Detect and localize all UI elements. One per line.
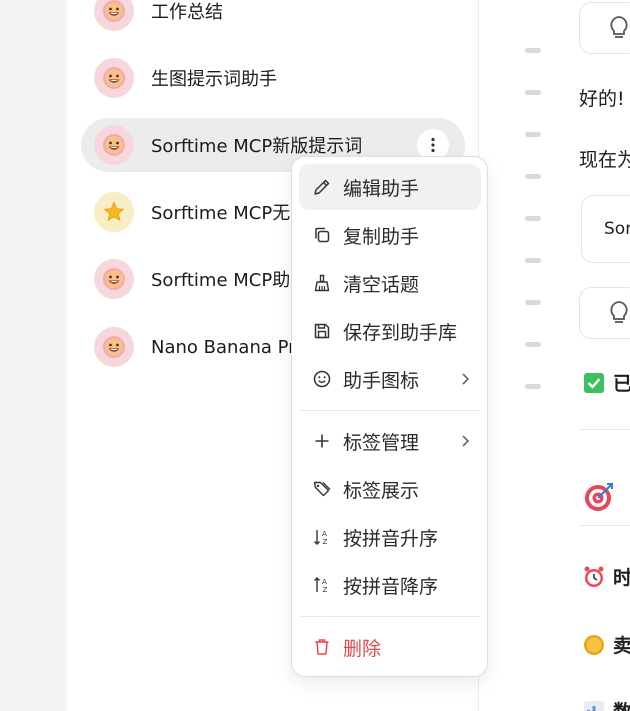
menu-item-label: 按拼音降序 — [343, 575, 439, 598]
menu-item-label: 清空话题 — [343, 273, 420, 296]
row-text: 数 — [613, 697, 630, 711]
grin-face-icon — [94, 259, 134, 299]
svg-text:A: A — [322, 530, 327, 538]
alarm-clock-icon — [584, 566, 604, 587]
menu-item-label: 标签展示 — [343, 479, 420, 502]
checked-text: 已 — [613, 373, 630, 395]
scroll-marker[interactable] — [525, 384, 541, 389]
divider — [579, 429, 630, 430]
scroll-marker[interactable] — [525, 132, 541, 137]
menu-item-copy-assistant[interactable]: 复制助手 — [299, 212, 481, 258]
menu-item-tag-display[interactable]: 标签展示 — [299, 466, 481, 512]
thinking-card[interactable] — [579, 2, 630, 54]
scroll-marker[interactable] — [525, 342, 541, 347]
assistant-name: Nano Banana Pr — [151, 336, 296, 358]
menu-item-label: 删除 — [343, 637, 382, 660]
scroll-marker[interactable] — [525, 300, 541, 305]
chat-panel: 好的! 现在为 Sor 已 时 卖 数 — [480, 0, 630, 711]
tags-icon — [311, 478, 333, 500]
menu-divider — [300, 410, 480, 411]
more-vertical-icon — [431, 137, 435, 153]
lightbulb-icon — [610, 16, 628, 38]
scroll-marker[interactable] — [525, 216, 541, 221]
tool-call-card[interactable]: Sor — [581, 195, 630, 263]
checked-row: 已 — [583, 369, 630, 396]
broom-icon — [311, 272, 333, 294]
svg-text:Z: Z — [323, 538, 328, 546]
menu-item-assistant-icon[interactable]: 助手图标 — [299, 356, 481, 402]
pencil-icon — [311, 176, 333, 198]
assistant-name: 工作总结 — [151, 2, 223, 23]
menu-item-delete[interactable]: 删除 — [299, 624, 481, 670]
thinking-card[interactable] — [579, 287, 630, 339]
menu-item-edit-assistant[interactable]: 编辑助手 — [299, 164, 481, 210]
scroll-marker[interactable] — [525, 90, 541, 95]
copy-icon — [311, 224, 333, 246]
plus-icon — [311, 430, 333, 452]
grin-face-icon — [94, 58, 134, 98]
grin-face-icon — [94, 327, 134, 367]
coin-icon — [584, 634, 604, 655]
grin-face-icon — [94, 125, 134, 165]
star-icon — [94, 192, 134, 232]
assistant-context-menu: 编辑助手 复制助手 清空话题 保存到助手库 助手图标 标签管理 标签展示 A Z… — [291, 156, 488, 677]
menu-item-clear-topics[interactable]: 清空话题 — [299, 260, 481, 306]
menu-item-label: 保存到助手库 — [343, 321, 458, 344]
assistant-name: Sorftime MCP新版提示词 — [151, 136, 363, 157]
menu-item-sort-ascending[interactable]: AZ 按拼音升序 — [299, 514, 481, 560]
tool-call-card-title: Sor — [604, 219, 630, 239]
save-icon — [311, 320, 333, 342]
svg-text:A: A — [322, 578, 327, 586]
assistant-item[interactable]: 工作总结 — [81, 0, 465, 38]
chart-row: 数 — [583, 697, 630, 711]
divider — [579, 525, 630, 526]
grin-face-icon — [94, 0, 134, 31]
sort-descending-icon: AZ — [311, 574, 333, 596]
lightbulb-icon — [610, 301, 628, 323]
scroll-marker[interactable] — [525, 258, 541, 263]
menu-item-label: 编辑助手 — [343, 177, 420, 200]
menu-divider — [300, 616, 480, 617]
chat-message-text: 现在为 — [579, 149, 630, 171]
coin-row: 卖 — [583, 631, 630, 658]
smile-icon — [311, 368, 333, 390]
assistant-item[interactable]: 生图提示词助手 — [81, 51, 465, 105]
menu-item-label: 按拼音升序 — [343, 527, 439, 550]
menu-item-save-to-library[interactable]: 保存到助手库 — [299, 308, 481, 354]
sort-ascending-icon: AZ — [311, 526, 333, 548]
left-navigation-rail — [0, 0, 67, 711]
bar-chart-icon — [584, 700, 604, 711]
trash-icon — [311, 636, 333, 658]
menu-item-tag-management[interactable]: 标签管理 — [299, 418, 481, 464]
menu-item-label: 复制助手 — [343, 225, 420, 248]
assistant-name: Sorftime MCP无 — [151, 203, 291, 224]
svg-text:Z: Z — [323, 586, 328, 594]
row-text: 卖 — [613, 635, 630, 657]
target-row — [583, 481, 615, 513]
scroll-marker[interactable] — [525, 174, 541, 179]
menu-item-label: 标签管理 — [343, 431, 420, 454]
assistant-name: 生图提示词助手 — [151, 69, 277, 90]
scroll-marker[interactable] — [525, 48, 541, 53]
chevron-right-icon — [462, 435, 470, 447]
assistant-name: Sorftime MCP助 — [151, 270, 291, 291]
menu-item-label: 助手图标 — [343, 369, 420, 392]
target-icon — [585, 483, 613, 511]
clock-row: 时 — [583, 563, 630, 590]
check-mark-icon — [584, 372, 604, 393]
chevron-right-icon — [462, 373, 470, 385]
row-text: 时 — [613, 567, 630, 589]
chat-message-text: 好的! — [579, 88, 625, 110]
menu-item-sort-descending[interactable]: AZ 按拼音降序 — [299, 562, 481, 608]
